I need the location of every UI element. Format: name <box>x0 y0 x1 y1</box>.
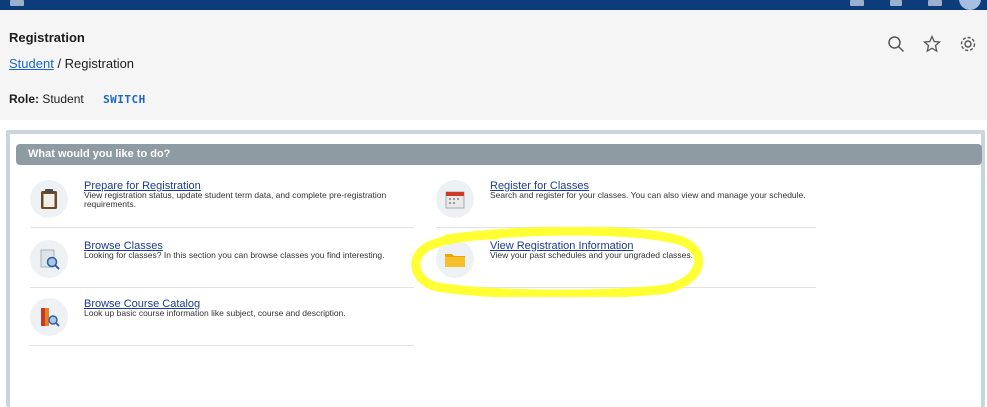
menu-icon[interactable] <box>10 0 24 6</box>
switch-role-button[interactable]: SWITCH <box>103 93 146 106</box>
calendar-icon <box>436 180 474 218</box>
tools-icon[interactable] <box>850 0 864 6</box>
item-divider <box>30 345 414 346</box>
browse-classes-item[interactable]: Browse Classes Looking for classes? In t… <box>30 240 414 288</box>
search-icon[interactable] <box>887 35 905 53</box>
item-divider <box>30 287 414 288</box>
breadcrumb-separator: / <box>53 56 65 71</box>
breadcrumb: Student / Registration <box>9 56 134 71</box>
breadcrumb-student-link[interactable]: Student <box>9 56 54 71</box>
role-label: Role: <box>9 92 39 106</box>
page-title: Registration <box>9 30 85 45</box>
item-description: Look up basic course information like su… <box>84 308 346 318</box>
page-header: Registration Student / Registration Role… <box>0 10 987 120</box>
item-description: View registration status, update student… <box>84 190 387 209</box>
header-actions <box>887 34 977 53</box>
clipboard-icon <box>30 180 68 218</box>
top-nav-bar <box>0 0 987 10</box>
prepare-for-registration-item[interactable]: Prepare for Registration View registrati… <box>30 180 414 228</box>
role-line: Role: Student SWITCH <box>9 92 146 106</box>
item-description: Search and register for your classes. Yo… <box>490 190 806 200</box>
breadcrumb-current: Registration <box>64 56 135 71</box>
yellow-highlight-annotation <box>411 227 703 297</box>
book-catalog-icon <box>30 298 68 336</box>
panel-heading-bar: What would you like to do? <box>16 144 982 165</box>
panel-heading: What would you like to do? <box>28 148 171 160</box>
magnifier-page-icon <box>30 240 68 278</box>
browse-course-catalog-item[interactable]: Browse Course Catalog Look up basic cour… <box>30 298 414 346</box>
register-for-classes-item[interactable]: Register for Classes Search and register… <box>436 180 816 228</box>
item-description: Looking for classes? In this section you… <box>84 250 385 260</box>
role-value: Student <box>42 92 84 106</box>
gear-icon[interactable] <box>959 35 977 53</box>
apps-grid-icon[interactable] <box>928 0 942 6</box>
avatar[interactable] <box>959 0 981 10</box>
item-divider <box>30 227 414 228</box>
star-icon[interactable] <box>922 34 942 53</box>
notifications-icon[interactable] <box>890 0 902 6</box>
